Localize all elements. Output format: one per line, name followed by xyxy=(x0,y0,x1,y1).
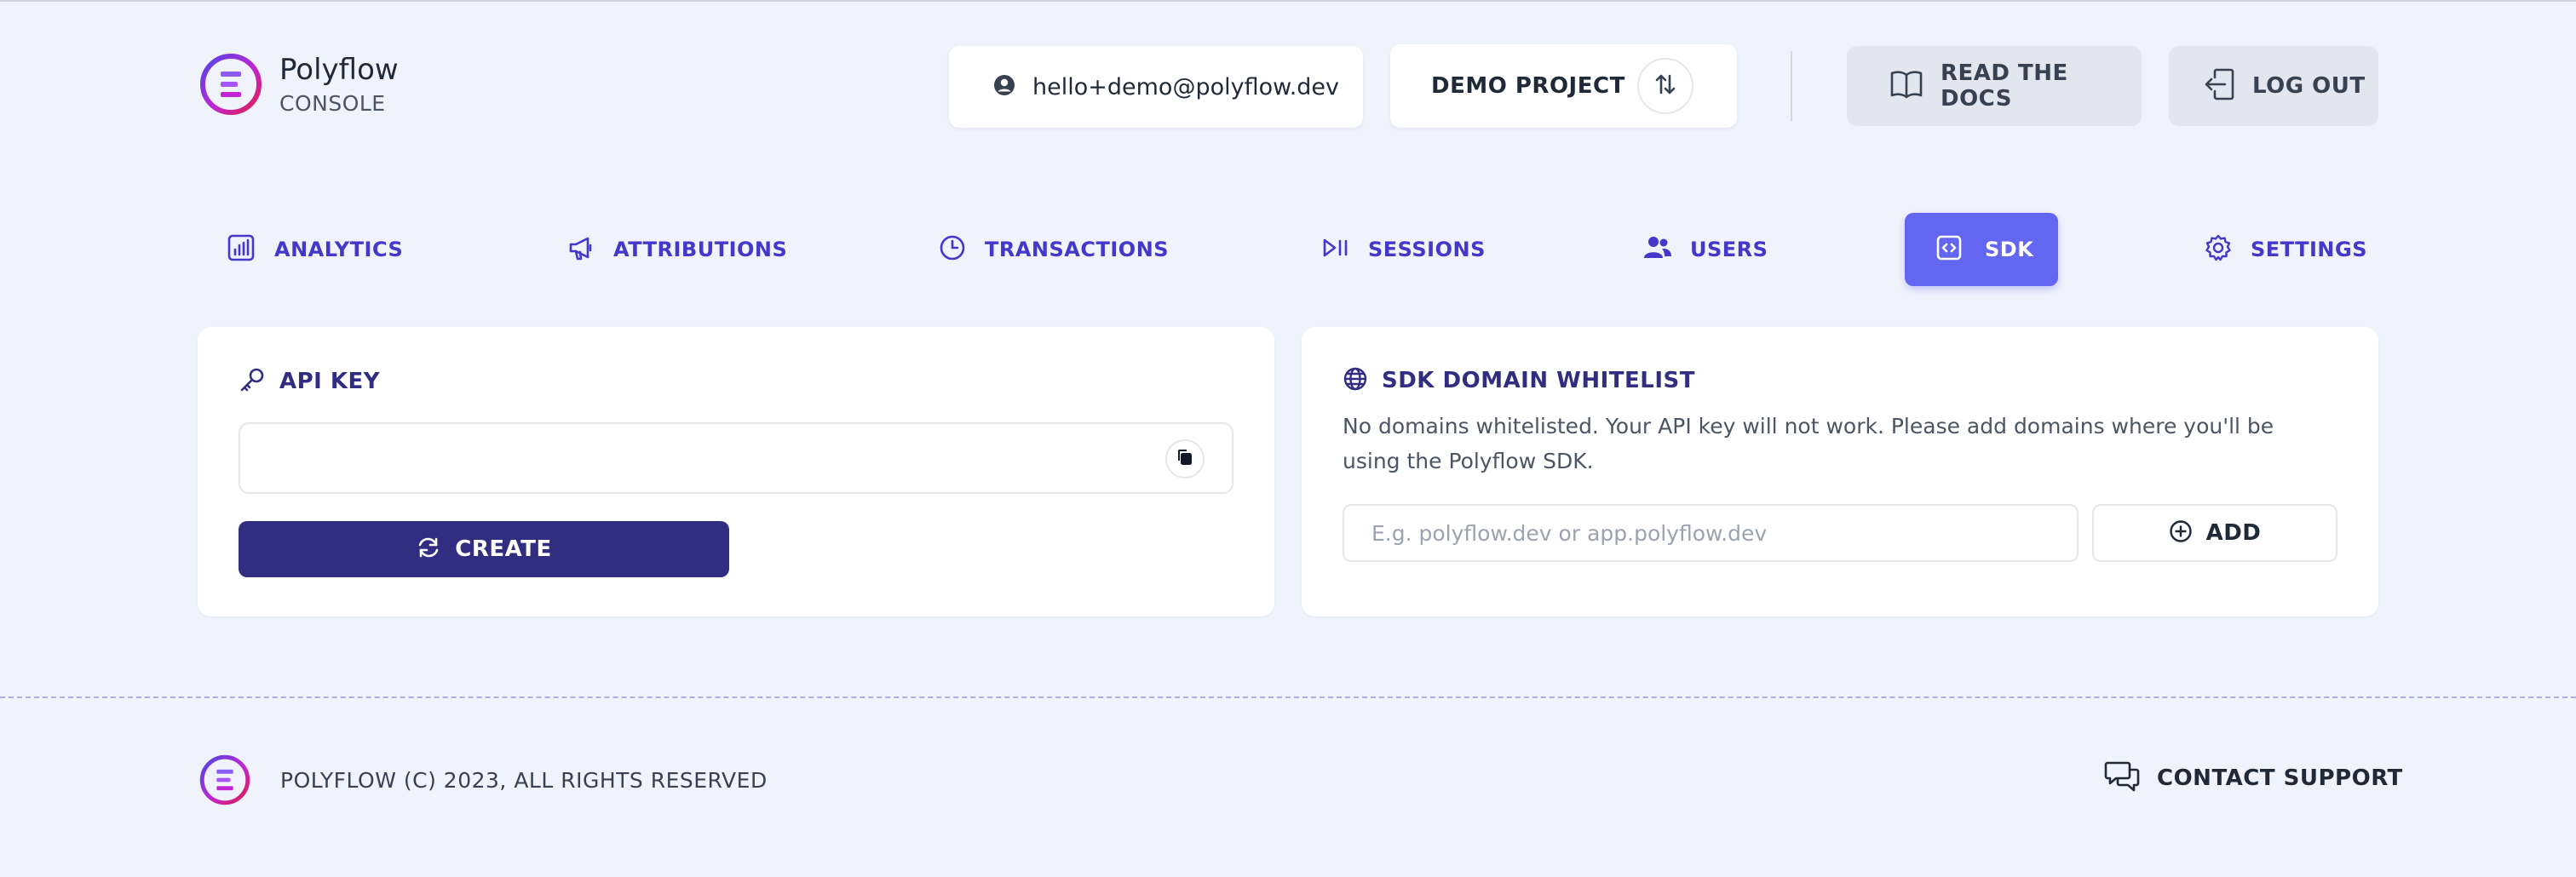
users-icon xyxy=(1644,235,1671,264)
copy-api-key-button[interactable] xyxy=(1165,439,1205,479)
domain-input[interactable] xyxy=(1343,504,2079,562)
tab-label: USERS xyxy=(1690,238,1768,261)
tab-sdk[interactable]: SDK xyxy=(1905,213,2058,286)
brand-name: Polyflow xyxy=(279,52,399,87)
refresh-icon xyxy=(416,535,441,564)
tab-label: SDK xyxy=(1985,238,2034,261)
logout-label: LOG OUT xyxy=(2252,73,2366,99)
key-icon xyxy=(239,366,266,397)
read-docs-button[interactable]: READ THE DOCS xyxy=(1847,46,2142,126)
plus-circle-icon xyxy=(2169,519,2193,547)
chat-bubbles-icon xyxy=(2104,759,2142,797)
footer-logo-icon xyxy=(199,754,250,809)
contact-support-label: CONTACT SUPPORT xyxy=(2157,765,2403,791)
api-key-card: API KEY CREATE xyxy=(198,327,1274,616)
sdk-whitelist-card: SDK DOMAIN WHITELIST No domains whitelis… xyxy=(1302,327,2378,616)
api-key-title: API KEY xyxy=(239,366,380,397)
account-email: hello+demo@polyflow.dev xyxy=(1032,73,1340,100)
megaphone-icon xyxy=(567,234,595,265)
tab-users[interactable]: USERS xyxy=(1644,213,1768,286)
brand-subtitle: CONSOLE xyxy=(279,90,386,116)
project-selector[interactable]: DEMO PROJECT xyxy=(1390,44,1737,128)
footer-divider xyxy=(0,696,2576,698)
logout-icon xyxy=(2203,67,2235,105)
add-domain-button[interactable]: ADD xyxy=(2092,504,2337,562)
chart-icon xyxy=(227,233,256,266)
tab-label: TRANSACTIONS xyxy=(985,238,1170,261)
tab-analytics[interactable]: ANALYTICS xyxy=(227,213,403,286)
gear-icon xyxy=(2205,234,2232,265)
tab-label: SESSIONS xyxy=(1368,238,1486,261)
logout-button[interactable]: LOG OUT xyxy=(2169,46,2378,126)
clock-icon xyxy=(939,234,966,265)
play-pause-icon xyxy=(1322,234,1349,265)
sdk-whitelist-title: SDK DOMAIN WHITELIST xyxy=(1343,366,1695,395)
header-divider xyxy=(1791,51,1792,121)
brand-logo[interactable]: Polyflow CONSOLE xyxy=(199,53,399,116)
create-label: CREATE xyxy=(455,536,552,562)
switch-project-button[interactable] xyxy=(1637,58,1693,114)
account-email-pill[interactable]: hello+demo@polyflow.dev xyxy=(949,46,1363,128)
globe-icon xyxy=(1343,366,1368,395)
code-icon xyxy=(1935,234,1963,265)
user-circle-icon xyxy=(993,74,1015,100)
tab-label: ATTRIBUTIONS xyxy=(613,238,788,261)
tab-attributions[interactable]: ATTRIBUTIONS xyxy=(567,213,787,286)
tab-sessions[interactable]: SESSIONS xyxy=(1322,213,1486,286)
polyflow-logo-icon xyxy=(199,53,262,116)
whitelist-description: No domains whitelisted. Your API key wil… xyxy=(1343,414,2274,473)
project-name: DEMO PROJECT xyxy=(1431,73,1625,99)
copy-icon xyxy=(1176,448,1194,470)
arrows-up-down-icon xyxy=(1653,72,1678,100)
copyright-text: POLYFLOW (C) 2023, ALL RIGHTS RESERVED xyxy=(280,768,768,793)
add-label: ADD xyxy=(2205,520,2262,546)
create-api-key-button[interactable]: CREATE xyxy=(239,521,729,577)
contact-support-link[interactable]: CONTACT SUPPORT xyxy=(2104,759,2403,797)
api-key-field[interactable] xyxy=(239,422,1233,494)
tab-transactions[interactable]: TRANSACTIONS xyxy=(939,213,1169,286)
read-docs-label: READ THE DOCS xyxy=(1941,60,2068,112)
tab-settings[interactable]: SETTINGS xyxy=(2205,213,2367,286)
tab-label: ANALYTICS xyxy=(274,238,404,261)
book-icon xyxy=(1889,69,1923,103)
tab-label: SETTINGS xyxy=(2251,238,2367,261)
